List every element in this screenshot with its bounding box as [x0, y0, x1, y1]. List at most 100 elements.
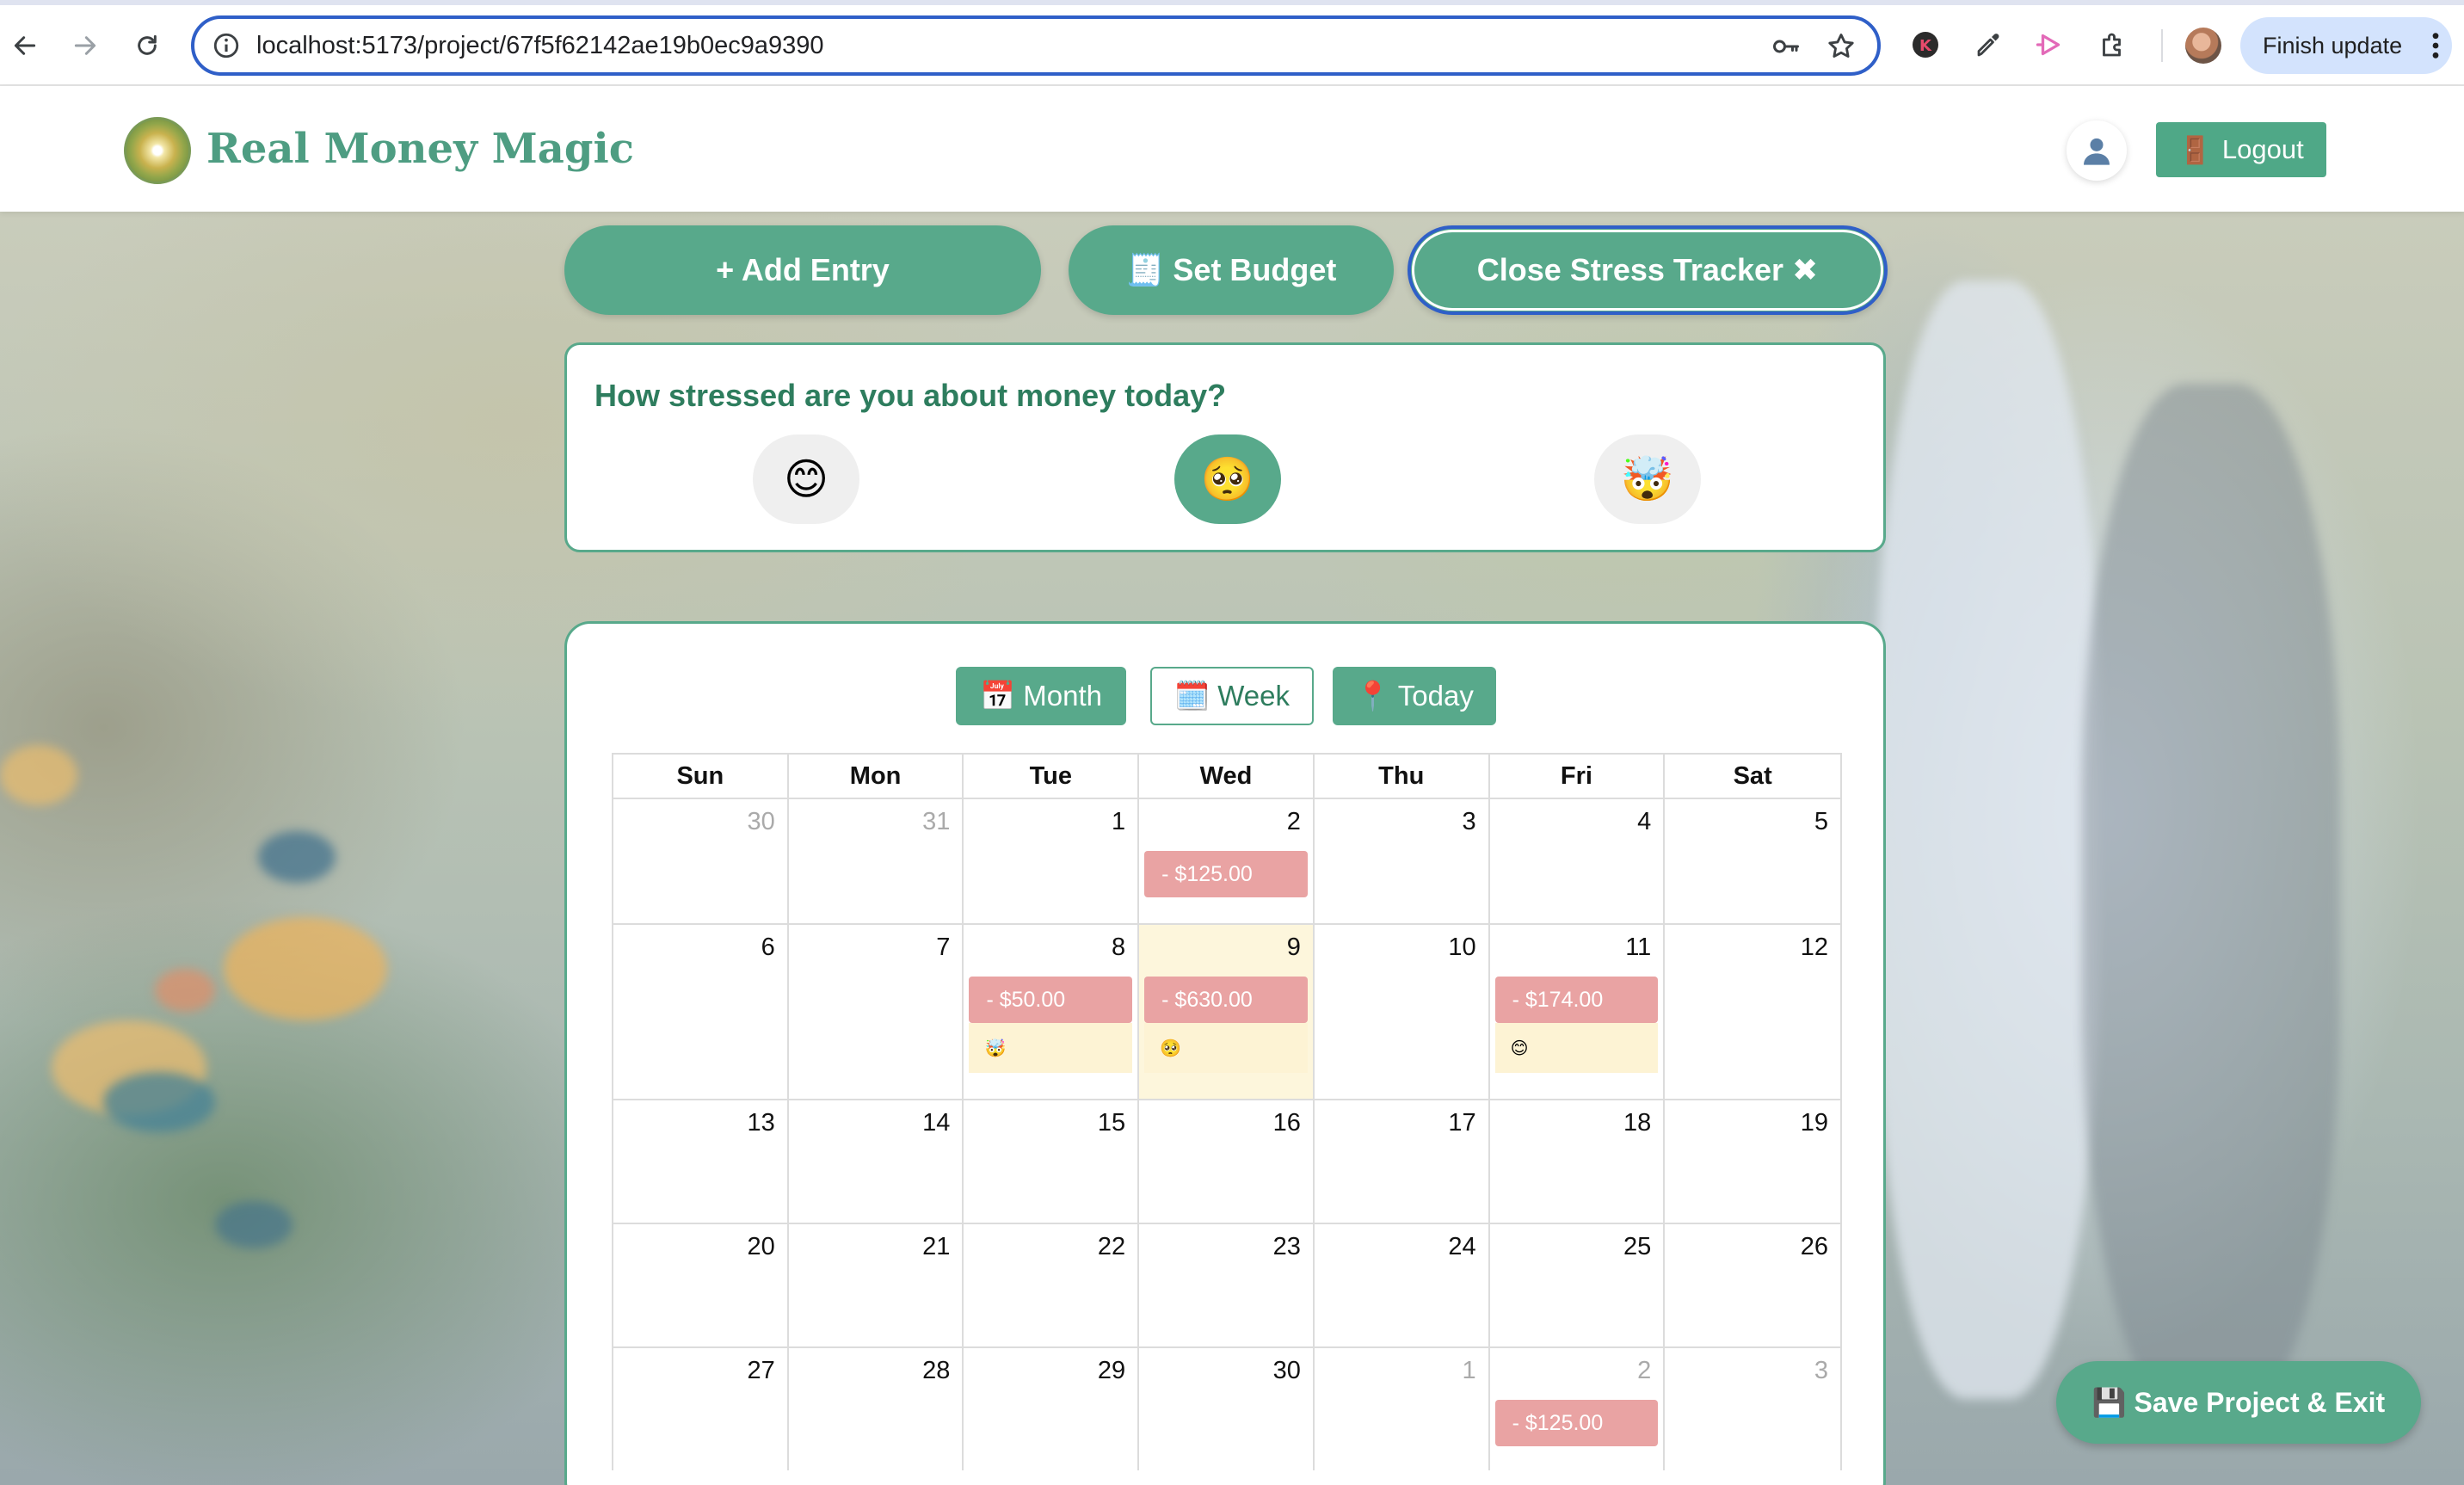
reload-button[interactable]: [127, 26, 167, 65]
calendar-day-cell[interactable]: 30: [613, 799, 789, 923]
calendar-day-cell[interactable]: 1: [1315, 1348, 1490, 1470]
calendar-day-cell[interactable]: 3: [1315, 799, 1490, 923]
puzzle-icon: [2103, 33, 2121, 57]
logout-button[interactable]: 🚪 Logout: [2156, 122, 2326, 177]
eyedropper-extension-button[interactable]: [1972, 28, 2006, 62]
profile-avatar[interactable]: [2185, 28, 2221, 64]
calendar-day-cell[interactable]: 31: [789, 799, 964, 923]
calendar-day-cell[interactable]: 5: [1665, 799, 1840, 923]
media-extension-button[interactable]: [2032, 28, 2067, 62]
calendar-day-cell[interactable]: 30: [1139, 1348, 1315, 1470]
brand-logo[interactable]: [124, 117, 191, 184]
brand-name[interactable]: Real Money Magic: [206, 119, 634, 179]
bookmark-star-icon[interactable]: [1826, 31, 1857, 62]
calendar-day-cell[interactable]: 14: [789, 1100, 964, 1223]
day-number: 30: [1272, 1357, 1301, 1384]
user-profile-button[interactable]: [2067, 120, 2127, 181]
save-project-exit-button[interactable]: 💾 Save Project & Exit: [2056, 1361, 2421, 1444]
week-view-button[interactable]: 🗓️ Week: [1150, 667, 1314, 725]
calendar-day-cell[interactable]: 25: [1490, 1224, 1666, 1346]
expense-entry[interactable]: - $125.00: [1494, 1400, 1659, 1446]
calendar-day-cell[interactable]: 26: [1665, 1224, 1840, 1346]
calendar-day-cell[interactable]: 3: [1665, 1348, 1840, 1470]
finish-update-label: Finish update: [2263, 32, 2403, 59]
calendar-day-cell[interactable]: 24: [1315, 1224, 1490, 1346]
back-button[interactable]: [5, 26, 45, 65]
calendar-day-cell[interactable]: 1: [964, 799, 1140, 923]
calendar-day-cell[interactable]: 10: [1315, 925, 1490, 1099]
today-button[interactable]: 📍 Today: [1333, 667, 1496, 725]
finish-update-button[interactable]: Finish update: [2240, 17, 2452, 74]
expense-entry[interactable]: - $125.00: [1144, 851, 1308, 897]
butterfly-shape: [258, 831, 336, 883]
day-number: 8: [1112, 934, 1126, 961]
day-number: 5: [1814, 808, 1829, 835]
butterfly-shape: [155, 969, 215, 1012]
address-bar[interactable]: localhost:5173/project/67f5f62142ae19b0e…: [191, 15, 1881, 76]
mood-overwhelmed-button[interactable]: 🤯: [1594, 434, 1701, 524]
calendar-day-cell[interactable]: 11 - $174.00 😊: [1490, 925, 1666, 1099]
exploding-head-icon: 🤯: [1620, 453, 1675, 504]
day-number: 28: [922, 1357, 951, 1384]
butterfly-shape: [215, 1201, 293, 1248]
day-number: 11: [1625, 934, 1652, 961]
waterfall-shape: [1876, 280, 2099, 1399]
tab-strip-edge: [0, 0, 2464, 5]
add-entry-button[interactable]: + Add Entry: [564, 225, 1041, 315]
expense-entry[interactable]: - $630.00: [1144, 977, 1308, 1023]
day-number: 4: [1637, 808, 1652, 835]
day-number: 3: [1462, 808, 1476, 835]
calendar-card: 📅 Month 🗓️ Week 📍 Today Sun Mon Tue Wed …: [564, 621, 1886, 1485]
day-number: 29: [1097, 1357, 1126, 1384]
extension-k-button[interactable]: K: [1908, 28, 1943, 62]
reload-icon: [138, 34, 157, 55]
site-info-icon[interactable]: [212, 31, 241, 60]
weekday-header: Sat: [1733, 762, 1772, 790]
calendar-day-cell[interactable]: 2 - $125.00: [1490, 1348, 1666, 1470]
play-extension-icon: [2036, 34, 2061, 56]
arrow-right-icon: [74, 36, 96, 55]
calendar-day-cell[interactable]: 16: [1139, 1100, 1315, 1223]
day-number: 13: [747, 1109, 775, 1137]
mood-worried-button[interactable]: 🥺: [1174, 434, 1281, 524]
calendar-day-cell[interactable]: 2 - $125.00: [1139, 799, 1315, 923]
day-mood-icon: 😊: [1494, 1023, 1659, 1073]
calendar-day-cell[interactable]: 7: [789, 925, 964, 1099]
more-vert-icon: [2432, 33, 2439, 59]
calendar-day-cell[interactable]: 21: [789, 1224, 964, 1346]
calendar-day-cell[interactable]: 19: [1665, 1100, 1840, 1223]
calendar-day-cell[interactable]: 17: [1315, 1100, 1490, 1223]
calendar-day-cell[interactable]: 4: [1490, 799, 1666, 923]
smiling-face-icon: 😊: [783, 454, 829, 504]
day-number: 1: [1112, 808, 1126, 835]
calendar-week-row: 30 31 1 2 - $125.00 3 4 5: [612, 798, 1842, 923]
calendar-day-cell[interactable]: 15: [964, 1100, 1140, 1223]
calendar-day-cell[interactable]: 6: [613, 925, 789, 1099]
calendar-grid: Sun Mon Tue Wed Thu Fri Sat 30 31 1 2- $125…: [612, 753, 1842, 1470]
calendar-day-cell[interactable]: 27: [613, 1348, 789, 1470]
calendar-day-cell[interactable]: 13: [613, 1100, 789, 1223]
mood-calm-button[interactable]: 😊: [753, 434, 859, 524]
calendar-day-cell[interactable]: 8 - $50.00 🤯: [964, 925, 1140, 1099]
stress-tracker-card: How stressed are you about money today? …: [564, 342, 1886, 552]
day-number: 22: [1097, 1233, 1126, 1260]
day-number: 2: [1286, 808, 1301, 835]
calendar-day-cell[interactable]: 20: [613, 1224, 789, 1346]
calendar-day-cell[interactable]: 12: [1665, 925, 1840, 1099]
extensions-menu-button[interactable]: [2096, 28, 2130, 62]
set-budget-button[interactable]: 🧾 Set Budget: [1069, 225, 1394, 315]
key-icon[interactable]: [1771, 31, 1802, 62]
close-stress-tracker-button[interactable]: Close Stress Tracker ✖: [1408, 225, 1888, 315]
expense-entry[interactable]: - $50.00: [969, 977, 1133, 1023]
calendar-day-cell[interactable]: 23: [1139, 1224, 1315, 1346]
calendar-day-cell[interactable]: 28: [789, 1348, 964, 1470]
calendar-day-cell[interactable]: 9 - $630.00 🥺: [1139, 925, 1315, 1099]
calendar-day-cell[interactable]: 18: [1490, 1100, 1666, 1223]
butterfly-shape: [224, 917, 387, 1020]
expense-entry[interactable]: - $174.00: [1494, 977, 1659, 1023]
calendar-day-cell[interactable]: 22: [964, 1224, 1140, 1346]
calendar-day-cell[interactable]: 29: [964, 1348, 1140, 1470]
forward-button[interactable]: [65, 26, 105, 65]
month-view-button[interactable]: 📅 Month: [956, 667, 1126, 725]
pleading-face-icon: 🥺: [1200, 453, 1255, 504]
